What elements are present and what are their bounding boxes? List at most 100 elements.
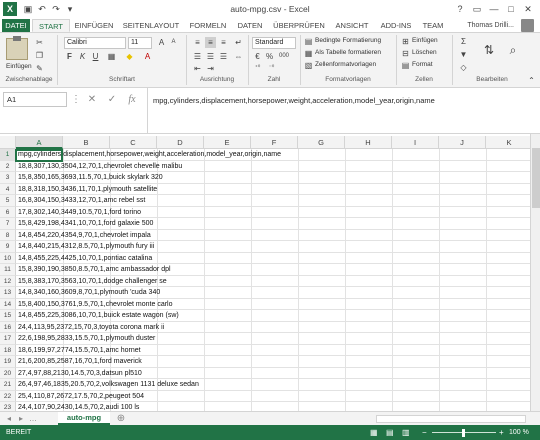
row-header[interactable]: 5	[0, 195, 16, 207]
row-header[interactable]: 10	[0, 252, 16, 264]
font-size-select[interactable]: 11	[128, 37, 152, 49]
name-box[interactable]: A1	[3, 92, 67, 107]
find-select-icon[interactable]: ⌕	[504, 41, 522, 59]
align-middle-icon[interactable]: ≡	[205, 37, 216, 48]
paste-icon[interactable]	[6, 36, 28, 60]
cell-a9[interactable]: 14,8,440,215,4312,8.5,70,1,plymouth fury…	[18, 241, 154, 253]
row-header[interactable]: 20	[0, 367, 16, 379]
page-break-view-icon[interactable]: ▥	[402, 425, 410, 440]
increase-decimal-icon[interactable]: ⁺⁰	[252, 63, 263, 74]
row-header[interactable]: 23	[0, 402, 16, 411]
ribbon-display-button[interactable]: ▭	[469, 2, 485, 16]
align-top-icon[interactable]: ≡	[192, 37, 203, 48]
column-header-b[interactable]: B	[63, 136, 110, 149]
align-right-icon[interactable]: ☰	[218, 51, 229, 62]
avatar[interactable]	[521, 19, 534, 32]
conditional-formatting-button[interactable]: Bedingte Formatierung	[315, 37, 381, 44]
format-cells-button[interactable]: Format	[412, 61, 433, 68]
cell-a21[interactable]: 26,4,97,46,1835,20.5,70,2,volkswagen 113…	[18, 379, 199, 391]
fill-icon[interactable]: ▼	[458, 49, 469, 60]
cut-icon[interactable]: ✂	[34, 37, 45, 48]
font-color-icon[interactable]: A	[142, 51, 153, 62]
maximize-button[interactable]: □	[503, 2, 519, 16]
decrease-indent-icon[interactable]: ⇤	[192, 63, 203, 74]
delete-cells-button[interactable]: Löschen	[412, 49, 437, 56]
tab-add-ins[interactable]: ADD-INS	[376, 19, 416, 32]
cell-a6[interactable]: 17,8,302,140,3449,10.5,70,1,ford torino	[18, 207, 141, 219]
currency-icon[interactable]: €	[252, 51, 263, 62]
column-header-h[interactable]: H	[345, 136, 392, 149]
normal-view-icon[interactable]: ▦	[370, 425, 378, 440]
row-header[interactable]: 12	[0, 275, 16, 287]
row-header[interactable]: 1	[0, 149, 16, 161]
copy-icon[interactable]: ❐	[34, 50, 45, 61]
format-as-table-button[interactable]: Als Tabelle formatieren	[315, 49, 381, 56]
zoom-in-icon[interactable]: +	[499, 425, 504, 440]
wrap-text-icon[interactable]: ↵	[233, 37, 244, 48]
italic-button[interactable]: K	[77, 51, 88, 62]
column-header-i[interactable]: I	[392, 136, 439, 149]
row-header[interactable]: 9	[0, 241, 16, 253]
row-header[interactable]: 19	[0, 356, 16, 368]
merge-cells-icon[interactable]: ⇔	[233, 51, 244, 62]
prev-sheet-icon[interactable]: ◂	[4, 413, 14, 425]
cell-styles-icon[interactable]: ▧	[303, 60, 314, 71]
conditional-formatting-icon[interactable]: ▤	[303, 36, 314, 47]
number-format-select[interactable]: Standard	[252, 37, 296, 49]
column-header-e[interactable]: E	[204, 136, 251, 149]
cell-a7[interactable]: 15,8,429,198,4341,10,70,1,ford galaxie 5…	[18, 218, 153, 230]
increase-indent-icon[interactable]: ⇥	[205, 63, 216, 74]
column-header-g[interactable]: G	[298, 136, 345, 149]
scrollbar-thumb[interactable]	[532, 148, 540, 208]
column-header-f[interactable]: F	[251, 136, 298, 149]
column-header-k[interactable]: K	[486, 136, 530, 149]
row-header[interactable]: 18	[0, 344, 16, 356]
formula-input[interactable]: mpg,cylinders,displacement,horsepower,we…	[147, 88, 540, 134]
tab-review[interactable]: ÜBERPRÜFEN	[270, 19, 328, 32]
row-header[interactable]: 14	[0, 298, 16, 310]
cell-a8[interactable]: 14,8,454,220,4354,9,70,1,chevrolet impal…	[18, 230, 151, 242]
cell-a11[interactable]: 15,8,390,190,3850,8.5,70,1,amc ambassado…	[18, 264, 171, 276]
tab-insert[interactable]: EINFÜGEN	[72, 19, 116, 32]
enter-icon[interactable]: ✓	[106, 92, 118, 107]
fill-color-icon[interactable]: ◆	[124, 51, 135, 62]
autosum-icon[interactable]: Σ	[458, 36, 469, 47]
align-bottom-icon[interactable]: ≡	[218, 37, 229, 48]
tab-formulas[interactable]: FORMELN	[186, 19, 230, 32]
cell-styles-button[interactable]: Zellenformatvorlagen	[315, 61, 376, 68]
grow-font-icon[interactable]: A	[156, 37, 167, 48]
underline-button[interactable]: U	[90, 51, 101, 62]
row-header[interactable]: 6	[0, 206, 16, 218]
insert-cells-icon[interactable]: ⊞	[400, 36, 411, 47]
cell-a14[interactable]: 15,8,400,150,3761,9.5,70,1,chevrolet mon…	[18, 299, 173, 311]
percent-button[interactable]: %	[264, 51, 275, 62]
format-as-table-icon[interactable]: ▦	[303, 48, 314, 59]
cell-a19[interactable]: 21,6,200,85,2587,16,70,1,ford maverick	[18, 356, 142, 368]
cell-a4[interactable]: 18,8,318,150,3436,11,70,1,plymouth satel…	[18, 184, 157, 196]
cell-a15[interactable]: 14,8,455,225,3086,10,70,1,buick estate w…	[18, 310, 179, 322]
row-header[interactable]: 3	[0, 172, 16, 184]
insert-function-icon[interactable]: fx	[126, 92, 138, 107]
row-header[interactable]: 17	[0, 333, 16, 345]
row-header[interactable]: 22	[0, 390, 16, 402]
row-header[interactable]: 21	[0, 379, 16, 391]
sheet-tab-auto-mpg[interactable]: auto-mpg	[58, 412, 110, 425]
spreadsheet-grid[interactable]: A B C D E F G H I J K 1 mpg,cylinders,displacement,h…	[0, 134, 530, 411]
bold-button[interactable]: F	[64, 51, 75, 62]
select-all-button[interactable]	[0, 136, 16, 149]
tab-page-layout[interactable]: SEITENLAYOUT	[118, 19, 184, 32]
next-sheet-icon[interactable]: ▸	[16, 413, 26, 425]
column-header-a[interactable]: A	[16, 136, 63, 149]
row-header[interactable]: 16	[0, 321, 16, 333]
row-header[interactable]: 11	[0, 264, 16, 276]
cell-a17[interactable]: 22,6,198,95,2833,15.5,70,1,plymouth dust…	[18, 333, 155, 345]
tab-home[interactable]: START	[32, 19, 70, 32]
row-header[interactable]: 15	[0, 310, 16, 322]
delete-cells-icon[interactable]: ⊟	[400, 48, 411, 59]
cell-a22[interactable]: 25,4,110,87,2672,17.5,70,2,peugeot 504	[18, 391, 144, 403]
minimize-button[interactable]: —	[486, 2, 502, 16]
column-header-c[interactable]: C	[110, 136, 157, 149]
cell-a13[interactable]: 14,8,340,160,3609,8,70,1,plymouth 'cuda …	[18, 287, 160, 299]
page-layout-view-icon[interactable]: ▤	[386, 425, 394, 440]
border-icon[interactable]: ▦	[106, 51, 117, 62]
